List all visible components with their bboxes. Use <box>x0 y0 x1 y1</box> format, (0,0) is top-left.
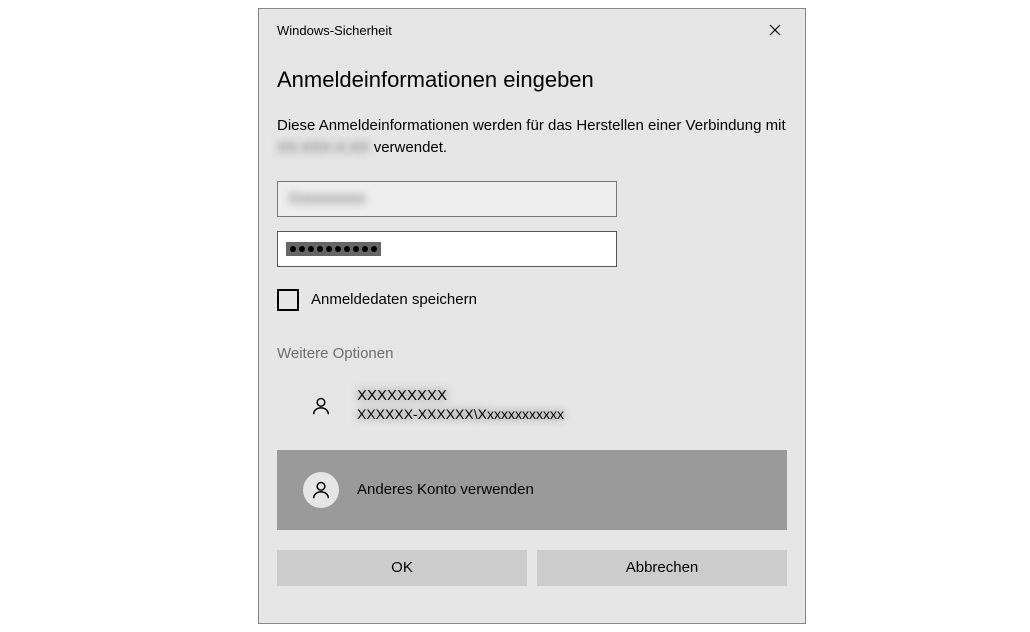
remember-checkbox[interactable] <box>277 289 299 311</box>
subtext-suffix: verwendet. <box>370 139 448 156</box>
cancel-button[interactable]: Abbrechen <box>537 550 787 586</box>
password-dots <box>286 242 381 256</box>
avatar <box>303 472 339 508</box>
username-value-masked: Xxxxxxxxxx <box>288 182 366 216</box>
more-options-label: Weitere Optionen <box>277 345 787 362</box>
close-button[interactable] <box>753 16 797 44</box>
button-row: OK Abbrechen <box>277 550 787 602</box>
account-name-masked: XXXXXXXXX <box>357 387 564 406</box>
account-option-other[interactable]: Anderes Konto verwenden <box>277 450 787 530</box>
close-icon <box>769 24 781 36</box>
window-title: Windows-Sicherheit <box>277 23 392 38</box>
account-text: XXXXXXXXX XXXXXX-XXXXXX\Xxxxxxxxxxxx <box>357 387 564 423</box>
server-name-masked: XX.XXX.X.XX <box>277 137 370 159</box>
ok-button[interactable]: OK <box>277 550 527 586</box>
use-other-account-label: Anderes Konto verwenden <box>357 481 534 498</box>
dialog-subtext: Diese Anmeldeinformationen werden für da… <box>277 115 787 159</box>
password-field[interactable] <box>277 231 617 267</box>
user-icon <box>310 395 332 417</box>
account-option-saved[interactable]: XXXXXXXXX XXXXXX-XXXXXX\Xxxxxxxxxxxx <box>277 372 787 440</box>
subtext-prefix: Diese Anmeldeinformationen werden für da… <box>277 117 786 134</box>
titlebar: Windows-Sicherheit <box>259 9 805 45</box>
username-field[interactable]: Xxxxxxxxxx <box>277 181 617 217</box>
account-domain-masked: XXXXXX-XXXXXX\Xxxxxxxxxxxx <box>357 406 564 424</box>
remember-credentials-row: Anmeldedaten speichern <box>277 289 787 311</box>
dialog-content: Anmeldeinformationen eingeben Diese Anme… <box>259 45 805 602</box>
avatar <box>303 388 339 424</box>
dialog-heading: Anmeldeinformationen eingeben <box>277 67 787 93</box>
user-icon <box>310 479 332 501</box>
remember-label: Anmeldedaten speichern <box>311 291 477 308</box>
credential-dialog: Windows-Sicherheit Anmeldeinformationen … <box>258 8 806 624</box>
